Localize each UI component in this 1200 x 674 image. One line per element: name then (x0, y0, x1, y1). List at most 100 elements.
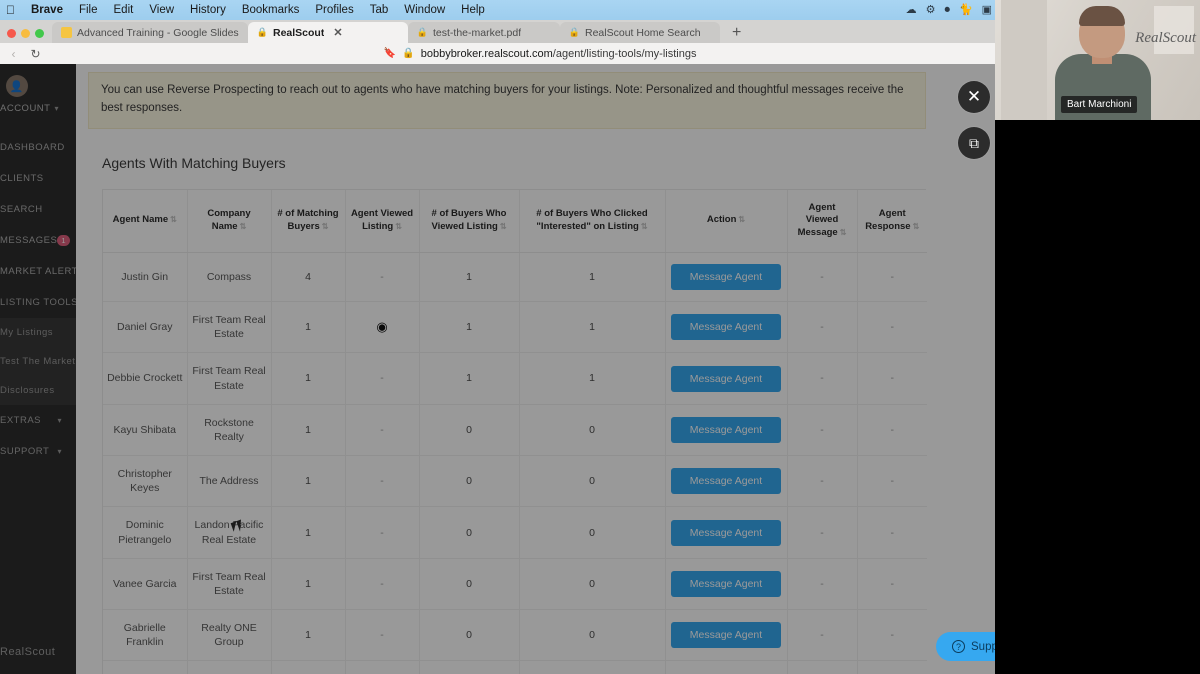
column-header-company-name[interactable]: Company Name ⇅ (187, 189, 272, 254)
column-header-buyers-viewed-listing[interactable]: # of Buyers Who Viewed Listing ⇅ (419, 189, 520, 254)
cell-action[interactable]: Message Agent (665, 506, 788, 559)
sidebar-item-listing-tools[interactable]: LISTING TOOLS ▲ (0, 287, 86, 318)
close-icon[interactable]: ✕ (957, 80, 991, 114)
message-agent-button[interactable]: Message Agent (671, 622, 781, 649)
sort-icon[interactable]: ⇅ (840, 228, 847, 237)
sidebar-subgroup: My Listings Test The Market Disclosures (0, 318, 76, 405)
column-header-action[interactable]: Action ⇅ (665, 189, 788, 254)
back-arrow-icon[interactable]: ‹ (6, 47, 21, 61)
message-agent-button[interactable]: Message Agent (671, 264, 781, 291)
menu-item-history[interactable]: History (182, 4, 234, 16)
sort-icon[interactable]: ⇅ (395, 222, 402, 231)
sidebar-account[interactable]: ACCOUNT ▾ (0, 101, 76, 114)
empty-value: - (820, 423, 824, 436)
column-header-agent-name[interactable]: Agent Name ⇅ (103, 189, 188, 254)
sidebar-item-support[interactable]: SUPPORT ▾ (0, 436, 76, 467)
sort-icon[interactable]: ⇅ (641, 222, 648, 231)
sidebar-item-dashboard[interactable]: DASHBOARD (0, 132, 76, 163)
apple-icon[interactable]:  (0, 3, 23, 17)
close-window-button[interactable] (7, 29, 16, 38)
sort-icon[interactable]: ⇅ (738, 215, 745, 224)
sidebar-item-label: SEARCH (0, 204, 43, 215)
cell-action[interactable]: Message Agent (665, 252, 788, 303)
cell-matching-buyers: 1 (271, 558, 346, 611)
menu-item-bookmarks[interactable]: Bookmarks (234, 4, 308, 16)
avatar[interactable]: 👤 (6, 75, 28, 97)
column-header-agent-viewed-message[interactable]: Agent Viewed Message ⇅ (787, 189, 858, 254)
sidebar-item-clients[interactable]: CLIENTS (0, 163, 76, 194)
sidebar-item-search[interactable]: SEARCH (0, 194, 76, 225)
minimize-window-button[interactable] (21, 29, 30, 38)
column-header-matching-buyers[interactable]: # of Matching Buyers ⇅ (271, 189, 346, 254)
cell-buyers-interested: 0 (519, 660, 666, 674)
message-agent-button[interactable]: Message Agent (671, 468, 781, 495)
cell-action[interactable]: Message Agent (665, 352, 788, 405)
column-header-buyers-clicked-interested[interactable]: # of Buyers Who Clicked "Interested" on … (519, 189, 666, 254)
cell-action[interactable]: Message Agent (665, 558, 788, 611)
menu-item-window[interactable]: Window (396, 4, 453, 16)
message-agent-button[interactable]: Message Agent (671, 314, 781, 341)
menu-item-help[interactable]: Help (453, 4, 493, 16)
message-agent-button[interactable]: Message Agent (671, 570, 781, 597)
cat-icon[interactable]: 🐈 (959, 4, 973, 16)
browser-tab-realscout[interactable]: 🔒 RealScout ✕ (248, 22, 408, 43)
column-header-agent-response[interactable]: Agent Response ⇅ (857, 189, 927, 254)
browser-tab-home-search[interactable]: 🔒 RealScout Home Search (560, 22, 720, 43)
sort-icon[interactable]: ⇅ (913, 222, 920, 231)
menu-item-brave[interactable]: Brave (23, 4, 71, 16)
menu-item-edit[interactable]: Edit (106, 4, 142, 16)
external-link-icon[interactable]: ⧉ (957, 126, 991, 160)
gear-icon[interactable]: ⚙ (926, 4, 936, 16)
app-icon[interactable]: ▣ (982, 4, 992, 16)
cell-action[interactable]: Message Agent (665, 660, 788, 674)
sort-icon[interactable]: ⇅ (170, 215, 177, 224)
sort-icon[interactable]: ⇅ (240, 222, 247, 231)
url-path: /agent/listing-tools/my-listings (552, 47, 697, 60)
cell-action[interactable]: Message Agent (665, 609, 788, 662)
cell-action[interactable]: Message Agent (665, 455, 788, 508)
reload-icon[interactable]: ↻ (28, 47, 43, 61)
window-controls[interactable] (4, 29, 52, 43)
video-call-panel[interactable]: RealScout Bart Marchioni (995, 0, 1200, 674)
cell-action[interactable]: Message Agent (665, 404, 788, 457)
cell-buyers-interested: 1 (519, 301, 666, 354)
menu-item-profiles[interactable]: Profiles (307, 4, 361, 16)
sort-icon[interactable]: ⇅ (500, 222, 507, 231)
cell-agent-response: - (857, 455, 927, 508)
sidebar-item-extras[interactable]: EXTRAS ▾ (0, 405, 76, 436)
header-label: Agent Viewed Listing (350, 208, 414, 232)
header-label: # of Matching Buyers (277, 208, 339, 232)
sidebar-item-label: MESSAGES (0, 235, 58, 246)
sidebar-item-messages[interactable]: MESSAGES 1 (0, 225, 76, 256)
cell-agent-viewed-listing: - (345, 404, 420, 457)
dropbox-icon[interactable]: ☁ (906, 4, 917, 16)
new-tab-button[interactable]: + (720, 25, 751, 43)
browser-tab-pdf[interactable]: 🔒 test-the-market.pdf (408, 22, 560, 43)
page-title: Agents With Matching Buyers (102, 154, 286, 171)
empty-value: - (820, 270, 824, 283)
browser-tab-google-slides[interactable]: Advanced Training - Google Slides (52, 22, 248, 43)
menu-item-view[interactable]: View (141, 4, 182, 16)
menu-item-file[interactable]: File (71, 4, 106, 16)
zoom-window-button[interactable] (35, 29, 44, 38)
realscout-watermark: RealScout (1135, 30, 1196, 46)
message-agent-button[interactable]: Message Agent (671, 416, 781, 443)
close-tab-icon[interactable]: ✕ (333, 26, 342, 39)
menu-item-tab[interactable]: Tab (362, 4, 397, 16)
cell-matching-buyers: 1 (271, 352, 346, 405)
cell-action[interactable]: Message Agent (665, 301, 788, 354)
bookmark-icon[interactable]: 🔖 (384, 48, 396, 59)
message-agent-button[interactable]: Message Agent (671, 365, 781, 392)
column-header-agent-viewed-listing[interactable]: Agent Viewed Listing ⇅ (345, 189, 420, 254)
power-icon[interactable]: ⏺ (944, 4, 950, 16)
sidebar-item-disclosures[interactable]: Disclosures (0, 376, 76, 405)
cell-buyers-viewed: 0 (419, 506, 520, 559)
sidebar-item-test-the-market[interactable]: Test The Market (0, 347, 76, 376)
agents-table-wrap: Agent Name ⇅ Company Name ⇅ # of Matching … (102, 188, 927, 674)
sidebar-item-market-alerts[interactable]: MARKET ALERTS (0, 256, 84, 287)
empty-value: - (890, 423, 895, 436)
empty-value: - (380, 526, 384, 539)
sort-icon[interactable]: ⇅ (322, 222, 329, 231)
sidebar-item-my-listings[interactable]: My Listings (0, 318, 76, 347)
message-agent-button[interactable]: Message Agent (671, 519, 781, 546)
